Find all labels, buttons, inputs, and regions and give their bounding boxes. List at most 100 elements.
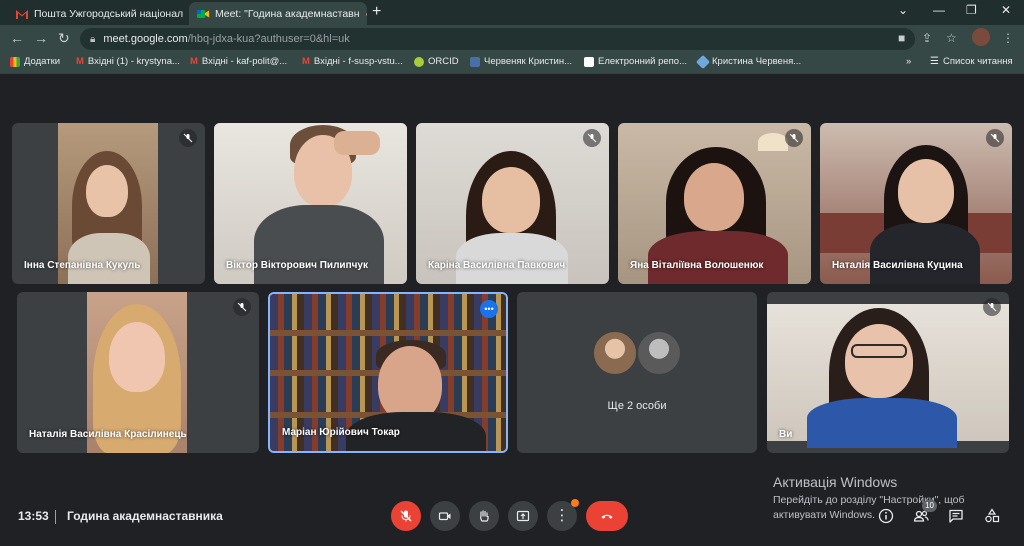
more-participants-tile[interactable]: Ще 2 особи [517, 292, 757, 453]
mic-off-icon [983, 298, 1001, 316]
profile-avatar[interactable] [972, 28, 990, 46]
mic-off-icon [583, 129, 601, 147]
bookmark-gmail-2[interactable]: M Вхідні - kaf-polit@... [190, 56, 287, 67]
notification-dot [571, 499, 579, 507]
more-bookmarks-icon[interactable]: » [906, 56, 911, 67]
self-tile[interactable]: Ви [767, 292, 1009, 453]
video-feed [767, 304, 1009, 448]
hang-up-icon [601, 514, 613, 519]
camera-in-use-icon[interactable]: ■ [898, 31, 905, 45]
bookmark-star-icon[interactable]: ☆ [946, 31, 957, 45]
bookmark-orcid[interactable]: ORCID [414, 56, 459, 67]
participant-tile[interactable]: Віктор Вікторович Пилипчук [214, 123, 407, 284]
back-icon[interactable]: ← [10, 30, 24, 46]
menu-icon[interactable]: ⋮ [1002, 31, 1014, 45]
meeting-title: Година академнаставника [67, 509, 223, 523]
present-icon [516, 510, 530, 522]
more-options-button[interactable]: ⋮ [547, 499, 579, 531]
repository-icon [584, 56, 594, 67]
participant-name: Каріна Василівна Павкович [428, 260, 566, 271]
participant-tile[interactable]: Каріна Василівна Павкович [416, 123, 609, 284]
gmail-icon [16, 9, 28, 19]
new-tab-icon[interactable]: + [372, 3, 381, 21]
google-meet-icon [197, 9, 209, 18]
minimize-icon[interactable]: — [933, 3, 945, 17]
gmail-icon: M [190, 56, 198, 67]
tab-gmail[interactable]: Пошта Ужгородський націонал ✕ [8, 2, 186, 25]
more-vert-icon: ⋮ [554, 507, 570, 524]
share-icon[interactable]: ⇪ [922, 31, 932, 45]
mic-off-icon [233, 298, 251, 316]
raise-hand-button[interactable] [469, 501, 499, 531]
participant-tile[interactable]: Інна Степанівна Кукуль [12, 123, 205, 284]
participants-count-badge: 10 [922, 500, 937, 512]
participant-tile[interactable]: Наталія Василівна Куцина [820, 123, 1012, 284]
forward-icon[interactable]: → [34, 30, 48, 46]
bookmark-kristina[interactable]: Кристина Червеня... [695, 54, 802, 69]
bookmark-label: Вхідні - kaf-polit@... [201, 56, 288, 67]
participant-tile[interactable]: Яна Віталіївна Волошенюк [618, 123, 811, 284]
recording-dot-icon: ● [366, 9, 367, 19]
gmail-icon: M [302, 56, 310, 67]
bookmark-repository[interactable]: Електронний репо... [584, 56, 687, 67]
activities-icon [985, 508, 1000, 523]
hand-icon [480, 510, 489, 522]
bookmark-label: Червеняк Кристин... [484, 56, 573, 67]
mic-off-icon [986, 129, 1004, 147]
restore-icon[interactable]: ❐ [966, 3, 977, 17]
more-options-icon[interactable]: ••• [480, 300, 498, 318]
bookmark-label: Кристина Червеня... [712, 56, 802, 67]
activities-button[interactable] [982, 506, 1002, 526]
participants-button[interactable]: 10 [911, 500, 937, 526]
bookmark-label: ORCID [428, 56, 459, 67]
leave-call-button[interactable] [586, 501, 628, 531]
apps-grid-icon [10, 56, 20, 67]
bookmark-apps[interactable]: Додатки [10, 56, 60, 67]
meeting-clock: 13:53 [18, 509, 49, 523]
url-host: meet.google.com [103, 33, 188, 45]
meeting-details-button[interactable] [876, 506, 896, 526]
bookmark-gmail-1[interactable]: M Вхідні (1) - krystyna... [76, 56, 180, 67]
bookmark-label: Електронний репо... [598, 56, 688, 67]
shield-icon [470, 56, 480, 67]
browser-toolbar: ← → ↻ 🔒︎ meet.google.com/hbq-jdxa-kua?au… [0, 25, 1024, 53]
mic-toggle-button[interactable] [391, 501, 421, 531]
browser-tab-bar: Пошта Ужгородський націонал ✕ Meet: "Год… [0, 0, 1024, 25]
close-window-icon[interactable]: ✕ [1001, 3, 1011, 17]
participant-name: Наталія Василівна Красілинець [29, 429, 187, 440]
bookmark-profile[interactable]: Червеняк Кристин... [470, 56, 572, 67]
participant-name: Наталія Василівна Куцина [832, 260, 963, 271]
participant-tile-active-speaker[interactable]: ••• Маріан Юрійович Токар [268, 292, 508, 453]
participant-name: Віктор Вікторович Пилипчук [226, 260, 368, 271]
mic-off-icon [400, 510, 412, 522]
participant-tile[interactable]: Наталія Василівна Красілинець [17, 292, 259, 453]
meeting-controls-bar: 13:53 Година академнаставника ⋮ 10 [0, 495, 1024, 540]
more-people-label: Ще 2 особи [607, 400, 667, 412]
bookmark-gmail-3[interactable]: M Вхідні - f-susp-vstu... [302, 56, 403, 67]
chat-button[interactable] [946, 506, 966, 526]
camera-toggle-button[interactable] [430, 501, 460, 531]
tab-title: Пошта Ужгородський націонал [34, 7, 184, 20]
participant-name: Яна Віталіївна Волошенюк [630, 260, 764, 271]
present-screen-button[interactable] [508, 501, 538, 531]
mic-off-icon [179, 129, 197, 147]
camera-icon [438, 512, 451, 521]
bookmarks-bar: Додатки M Вхідні (1) - krystyna... M Вхі… [0, 53, 1024, 73]
activation-title: Активація Windows [773, 474, 898, 490]
reading-list[interactable]: ☰ Список читання [930, 56, 1013, 67]
participant-name: Інна Степанівна Кукуль [24, 260, 141, 271]
url-path: /hbq-jdxa-kua?authuser=0&hl=uk [187, 33, 350, 45]
reading-list-icon: ☰ [930, 56, 939, 67]
tab-search-icon[interactable]: ⌄ [898, 3, 908, 17]
lock-icon: 🔒︎ [90, 33, 96, 45]
bookmark-label: Додатки [24, 56, 61, 67]
divider [0, 73, 1024, 74]
reload-icon[interactable]: ↻ [58, 30, 70, 47]
participant-name: Ви [779, 429, 793, 440]
address-bar[interactable]: 🔒︎ meet.google.com/hbq-jdxa-kua?authuser… [80, 28, 915, 50]
diamond-icon [695, 54, 711, 69]
reading-list-label: Список читання [942, 56, 1013, 67]
tab-meet[interactable]: Meet: "Година академнаставн ● ✕ [189, 2, 367, 25]
divider [55, 510, 56, 524]
gmail-icon: M [76, 56, 84, 67]
